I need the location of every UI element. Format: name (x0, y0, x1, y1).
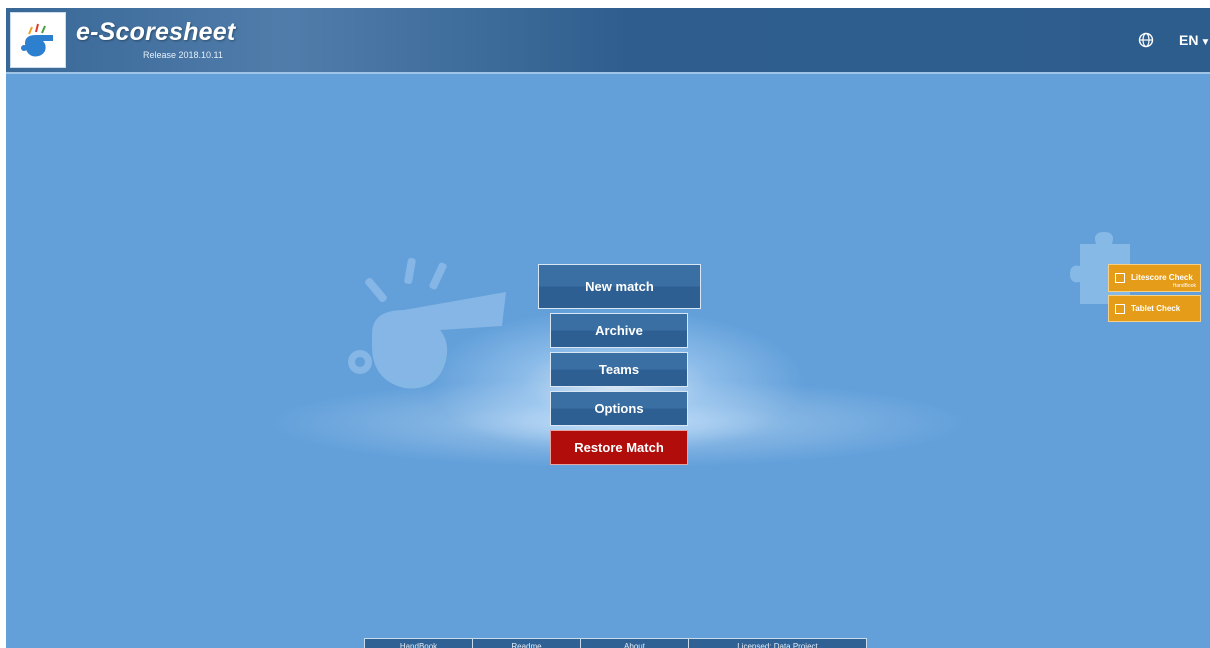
footer-link-about[interactable]: About (581, 639, 689, 648)
litescore-check-button[interactable]: Litescore Check HandBook (1108, 264, 1201, 292)
checkbox-icon (1115, 304, 1125, 314)
options-button[interactable]: Options (550, 391, 688, 426)
restore-match-button[interactable]: Restore Match (550, 430, 688, 465)
app-title: e-Scoresheet (76, 18, 236, 46)
app-header: e-Scoresheet Release 2018.10.11 EN ▼ (6, 8, 1210, 74)
tablet-check-label: Tablet Check (1131, 304, 1181, 313)
language-selector[interactable]: EN ▼ (1179, 32, 1210, 48)
globe-icon[interactable] (1138, 32, 1154, 48)
footer-links: HandBook Readme About Licensed: Data Pro… (364, 638, 867, 648)
checkbox-icon (1115, 273, 1125, 283)
litescore-check-label: Litescore Check (1131, 273, 1193, 282)
footer-link-readme[interactable]: Readme (473, 639, 581, 648)
language-label: EN (1179, 32, 1199, 48)
archive-button[interactable]: Archive (550, 313, 688, 348)
whistle-logo-icon (10, 12, 66, 68)
litescore-sub-label: HandBook (1172, 283, 1196, 289)
footer-link-handbook[interactable]: HandBook (365, 639, 473, 648)
chevron-down-icon: ▼ (1200, 37, 1210, 48)
teams-button[interactable]: Teams (550, 352, 688, 387)
footer-link-licensed[interactable]: Licensed: Data Project (689, 639, 866, 648)
release-label: Release 2018.10.11 (143, 50, 223, 60)
tablet-check-button[interactable]: Tablet Check (1108, 295, 1201, 322)
app-window: e-Scoresheet Release 2018.10.11 EN ▼ New … (6, 8, 1210, 648)
new-match-button[interactable]: New match (538, 264, 701, 309)
whistle-watermark-icon (348, 257, 506, 389)
